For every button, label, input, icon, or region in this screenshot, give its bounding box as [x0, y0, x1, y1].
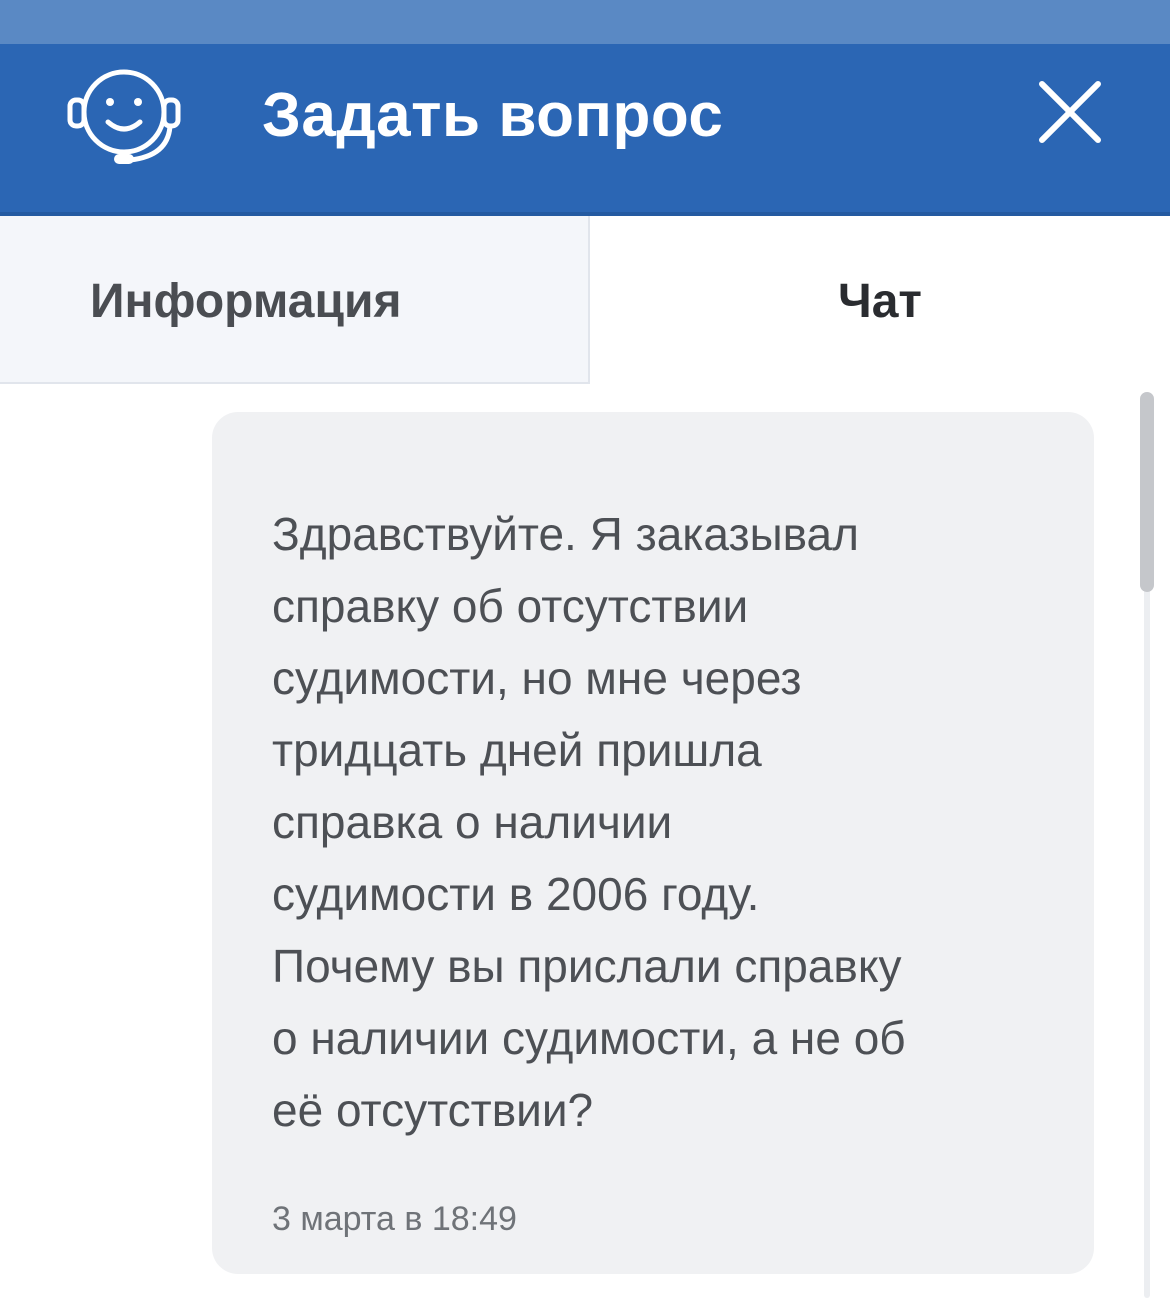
- tab-chat-label: Чат: [838, 275, 922, 328]
- tab-bar: Информация Чат: [0, 216, 1170, 386]
- tab-information-label: Информация: [90, 275, 402, 328]
- chat-scrollbar[interactable]: [1136, 392, 1158, 1298]
- chat-header: Задать вопрос: [0, 44, 1170, 216]
- window-top-strip: [0, 0, 1170, 44]
- tab-chat[interactable]: Чат: [590, 216, 1170, 384]
- header-title: Задать вопрос: [262, 81, 724, 150]
- scrollbar-thumb[interactable]: [1140, 392, 1154, 592]
- message-timestamp: 3 марта в 18:49: [272, 1200, 517, 1238]
- close-icon[interactable]: [1030, 72, 1110, 152]
- message-text: Здравствуйте. Я заказывал справку об отс…: [272, 508, 906, 1136]
- support-headset-icon: [67, 69, 181, 164]
- message-bubble: Здравствуйте. Я заказывал справку об отс…: [212, 412, 1094, 1274]
- chat-message-area: Здравствуйте. Я заказывал справку об отс…: [0, 386, 1170, 1298]
- tab-information[interactable]: Информация: [0, 216, 590, 384]
